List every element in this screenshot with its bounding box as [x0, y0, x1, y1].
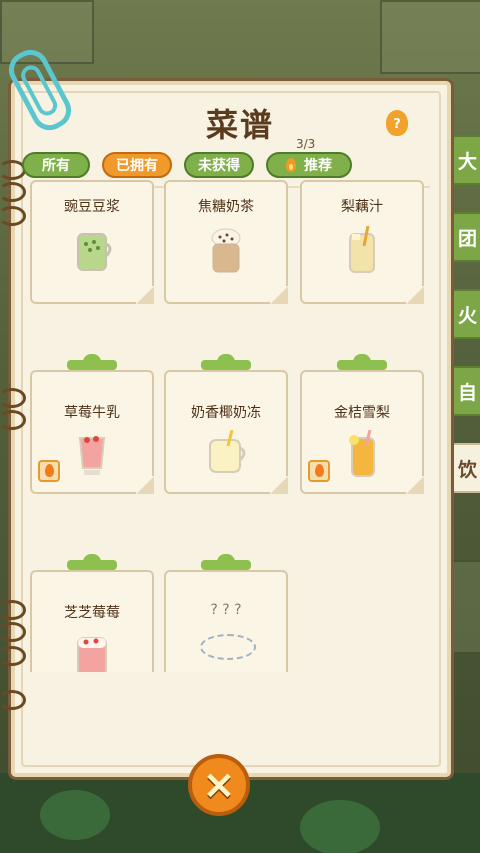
recommend-count: 3/3 — [296, 137, 316, 151]
help-icon[interactable]: ? — [386, 110, 408, 136]
recipe-name: 草莓牛乳 — [64, 405, 120, 421]
green-drink-icon — [77, 233, 112, 271]
recipe-card[interactable]: 金桔雪梨 — [300, 354, 424, 494]
filter-all[interactable]: 所有 — [22, 152, 90, 178]
pear-juice-icon — [349, 226, 375, 273]
card-clip — [201, 354, 251, 370]
close-button[interactable]: × — [188, 754, 250, 816]
recipe-name: 芝芝莓莓 — [64, 605, 120, 621]
milk-tea-icon — [211, 228, 241, 273]
filter-not-owned[interactable]: 未获得 — [184, 152, 254, 178]
flame-icon — [286, 158, 296, 172]
card-clip — [337, 354, 387, 370]
recipe-card[interactable]: 焦糖奶茶 — [164, 180, 288, 304]
card-clip — [67, 554, 117, 570]
filter-recommend[interactable]: 推荐 — [266, 152, 352, 178]
close-icon: × — [202, 762, 236, 808]
recipe-card[interactable]: 奶香椰奶冻 — [164, 354, 288, 494]
recipe-name: ? ? ? — [210, 602, 242, 618]
recipe-name: 焦糖奶茶 — [198, 199, 254, 215]
unknown-placeholder-icon — [200, 634, 256, 660]
hot-badge-icon — [38, 460, 60, 482]
recipe-card[interactable]: 草莓牛乳 — [30, 354, 154, 494]
scroll-mask — [30, 672, 420, 762]
recipe-card[interactable]: 梨藕汁 — [300, 180, 424, 304]
recipe-card[interactable]: 豌豆豆浆 — [30, 180, 154, 304]
hot-badge-icon — [308, 460, 330, 482]
recipe-name: 梨藕汁 — [341, 199, 383, 215]
strawberry-milk-icon — [78, 436, 106, 475]
recipe-name: 奶香椰奶冻 — [191, 405, 261, 421]
recipe-name: 金桔雪梨 — [334, 405, 390, 421]
kumquat-pear-icon — [349, 430, 375, 477]
card-clip — [201, 554, 251, 570]
berry-cheese-icon — [77, 637, 107, 677]
coconut-jelly-icon — [209, 430, 246, 473]
page-title: 菜谱 — [205, 106, 274, 144]
card-clip — [67, 354, 117, 370]
filter-owned[interactable]: 已拥有 — [102, 152, 172, 178]
recipe-name: 豌豆豆浆 — [64, 199, 120, 215]
